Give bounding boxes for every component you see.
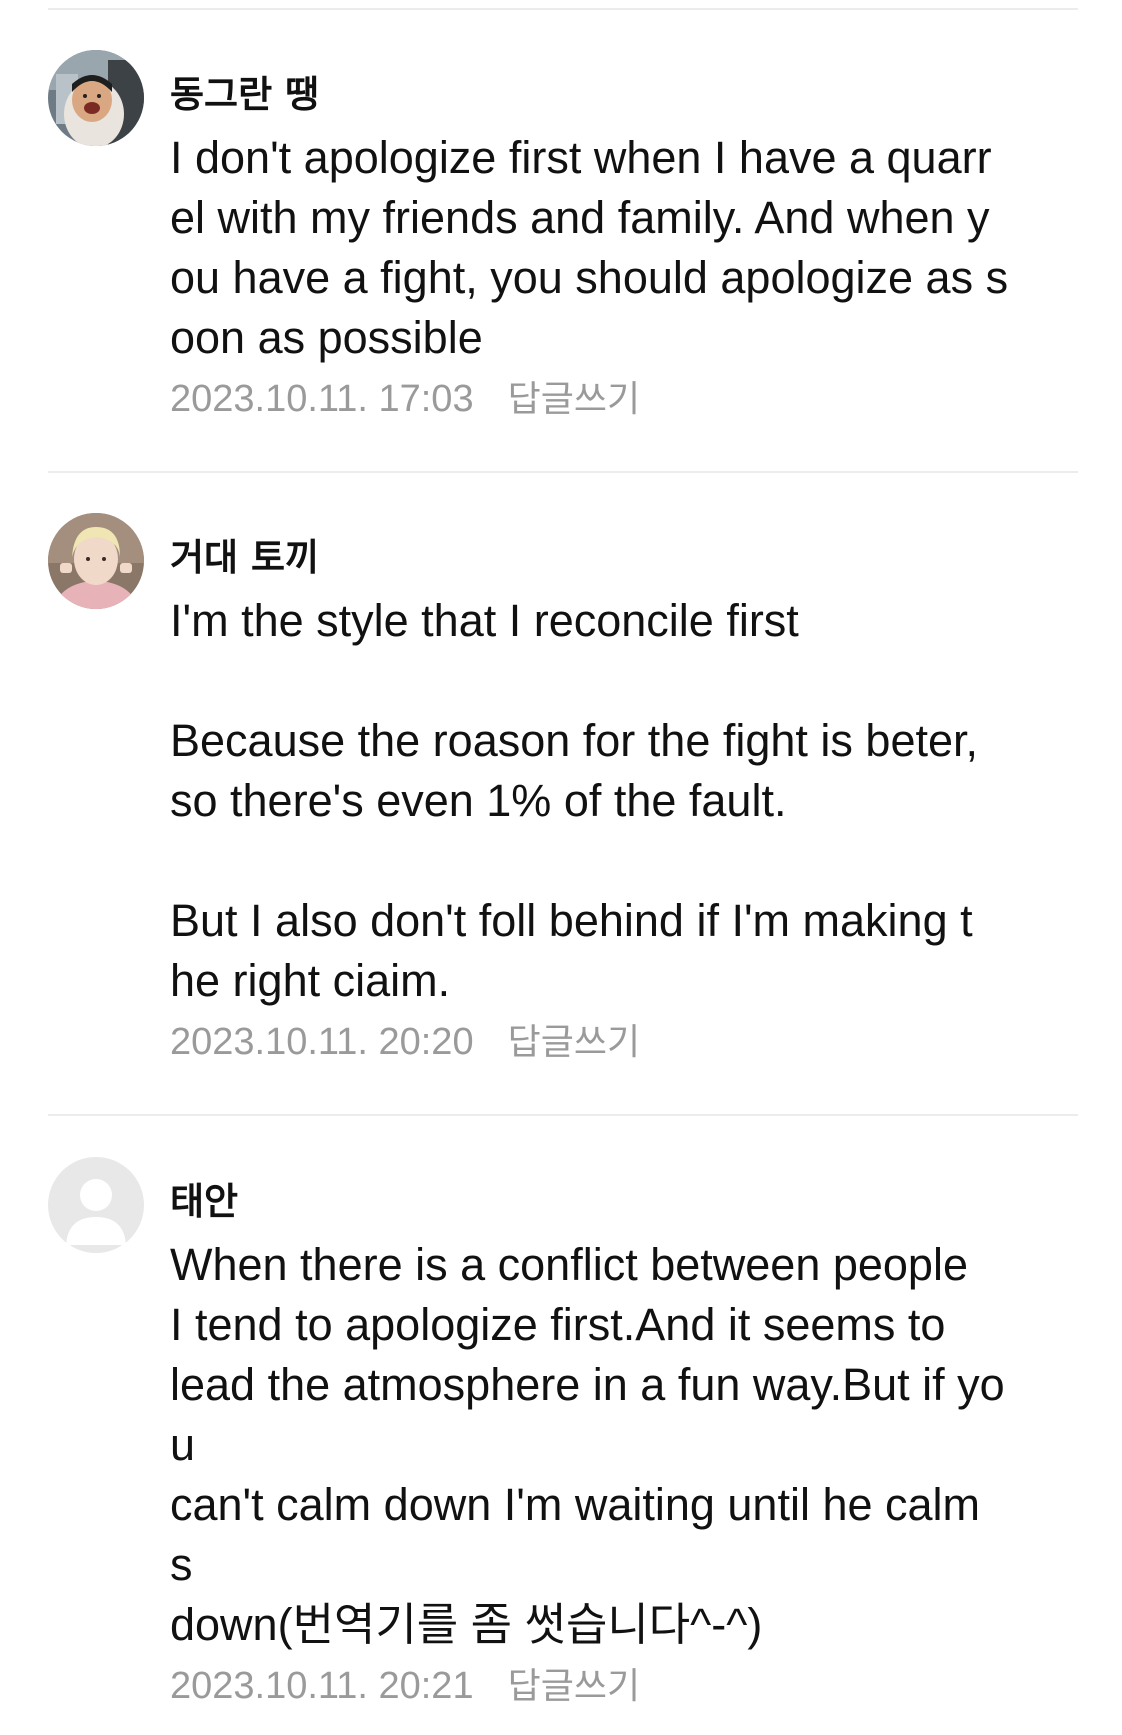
divider (48, 1114, 1078, 1116)
comment-body: 동그란 땡 I don't apologize first when I hav… (170, 50, 1090, 425)
comment-meta: 2023.10.11. 20:21 답글쓰기 (170, 1661, 1090, 1712)
comment-author[interactable]: 태안 (170, 1177, 1090, 1227)
comment-author[interactable]: 동그란 땡 (170, 70, 1090, 120)
comment-date: 2023.10.11. 20:21 (170, 1665, 474, 1707)
reply-button[interactable]: 답글쓰기 (508, 375, 640, 425)
avatar[interactable] (48, 50, 144, 146)
avatar[interactable] (48, 513, 144, 609)
comment-date: 2023.10.11. 17:03 (170, 378, 474, 420)
reply-button[interactable]: 답글쓰기 (508, 1662, 640, 1712)
reply-button[interactable]: 답글쓰기 (508, 1018, 640, 1068)
comment-text: I don't apologize first when I have a qu… (170, 132, 1009, 363)
avatar-photo-icon (48, 50, 144, 146)
comment-author[interactable]: 거대 토끼 (170, 533, 1090, 583)
comment-meta: 2023.10.11. 20:20 답글쓰기 (170, 1017, 1090, 1068)
divider (48, 8, 1078, 10)
comment-meta: 2023.10.11. 17:03 답글쓰기 (170, 374, 1090, 425)
comment-body: 태안 When there is a conflict between peop… (170, 1157, 1090, 1712)
comment-body: 거대 토끼 I'm the style that I reconcile fir… (170, 513, 1090, 1068)
avatar[interactable] (48, 1157, 144, 1253)
divider (48, 471, 1078, 473)
default-user-icon (48, 1157, 144, 1253)
comment-text: When there is a conflict between people … (170, 1239, 1005, 1650)
avatar-photo-icon (48, 513, 144, 609)
comment-text: I'm the style that I reconcile first Bec… (170, 595, 979, 1006)
comment-date: 2023.10.11. 20:20 (170, 1021, 474, 1063)
